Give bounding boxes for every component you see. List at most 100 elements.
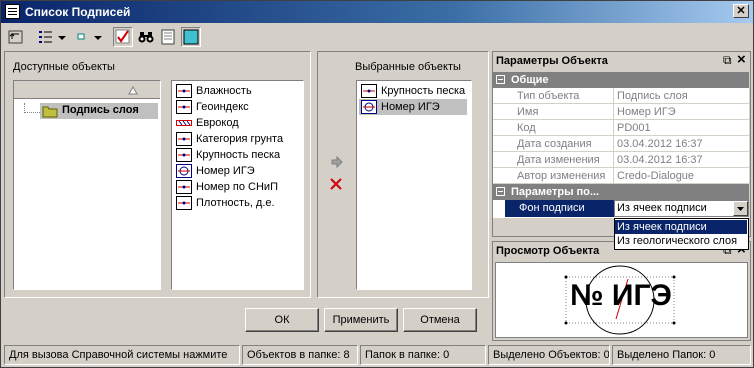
preview-canvas: № ИГЭ (495, 262, 748, 338)
list-item[interactable]: Влажность (174, 83, 299, 99)
list-item[interactable]: Крупность песка (359, 83, 467, 99)
property-name: Дата создания (517, 138, 592, 150)
status-folders-in-folder: Папок в папке: 0 (360, 345, 486, 365)
available-items-list[interactable]: Влажность Геоиндекс Еврокод Категория грунт… (171, 80, 304, 290)
dropdown-list[interactable]: Из ячеек подписи Из геологического слоя (614, 218, 749, 250)
property-value: Номер ИГЭ (617, 106, 676, 118)
folder-tree[interactable]: Подпись слоя (13, 80, 161, 290)
property-value: Подпись слоя (617, 90, 688, 102)
folder-icon (42, 106, 58, 118)
small-icon-toggle[interactable] (73, 28, 91, 46)
property-name: Автор изменения (517, 170, 606, 182)
circle-mark-icon (176, 164, 192, 178)
list-item-label: Номер по СНиП (196, 181, 278, 193)
background-label: Фон подписи (505, 200, 614, 217)
collapse-icon[interactable] (496, 75, 505, 84)
available-objects-heading: Доступные объекты (13, 61, 115, 73)
properties-close-icon[interactable]: × (737, 51, 746, 68)
list-item-label: Крупность песка (196, 149, 281, 161)
properties-title: Параметры Объекта (496, 55, 608, 67)
available-objects-pane: Доступные объекты Подпись слоя Влажность… (4, 51, 311, 298)
line-mark-icon (176, 132, 192, 146)
background-row: Фон подписи Из ячеек подписи (493, 200, 749, 218)
property-row[interactable]: Дата изменения 03.04.2012 16:37 (493, 152, 749, 168)
dropdown-option[interactable]: Из ячеек подписи (615, 220, 747, 234)
line-mark-icon (176, 84, 192, 98)
line-mark-icon (176, 196, 192, 210)
window-title: Список Подписей (25, 5, 131, 19)
list-item[interactable]: Плотность, д.е. (174, 195, 299, 211)
collapse-icon[interactable] (496, 187, 505, 196)
pin-icon[interactable]: ⧉ (723, 53, 732, 68)
level-up-icon[interactable] (7, 28, 25, 46)
list-item-label: Геоиндекс (196, 101, 249, 113)
close-button[interactable]: ✕ (733, 4, 749, 18)
binoculars-icon[interactable] (137, 28, 155, 46)
property-name: Дата изменения (517, 154, 600, 166)
selected-objects-heading: Выбранные объекты (355, 61, 461, 73)
view-list-icon[interactable] (37, 28, 55, 46)
tree-root-item[interactable]: Подпись слоя (40, 103, 158, 119)
app-icon (5, 4, 20, 19)
hatch-icon (176, 116, 192, 130)
status-selected-folders: Выделено Папок: 0 (612, 345, 751, 365)
preview-sample-text: № ИГЭ (570, 279, 672, 312)
circle-mark-icon (361, 100, 377, 114)
list-item-label: Влажность (196, 85, 252, 97)
section-general[interactable]: Общие (493, 72, 749, 88)
property-row[interactable]: Автор изменения Credo-Dialogue (493, 168, 749, 184)
list-item[interactable]: Геоиндекс (174, 99, 299, 115)
list-item-label: Номер ИГЭ (381, 101, 440, 113)
property-row[interactable]: Тип объекта Подпись слоя (493, 88, 749, 104)
status-selected-objects: Выделено Объектов: 0 (488, 345, 610, 365)
property-name: Имя (517, 106, 539, 118)
tree-header[interactable] (14, 81, 160, 99)
property-name: Тип объекта (517, 90, 580, 102)
section-parameters[interactable]: Параметры по... (493, 184, 749, 200)
list-item[interactable]: Еврокод (174, 115, 299, 131)
ok-button[interactable]: ОК (245, 308, 319, 332)
apply-button[interactable]: Применить (324, 308, 398, 332)
general-properties: Тип объекта Подпись слоя Имя Номер ИГЭ Код PD… (493, 88, 749, 184)
dropdown-button[interactable] (733, 201, 748, 216)
window: Список Подписей ✕ Доступные объекты Подп… (0, 0, 754, 368)
view-dropdown-arrow-icon[interactable] (57, 28, 67, 46)
line-mark-icon (176, 148, 192, 162)
list-item[interactable]: Номер по СНиП (174, 179, 299, 195)
frame-icon[interactable] (181, 27, 201, 47)
tree-root-label: Подпись слоя (62, 104, 139, 116)
list-item-label: Категория грунта (196, 133, 284, 145)
property-value: 03.04.2012 16:37 (617, 138, 703, 150)
background-select-value: Из ячеек подписи (617, 202, 707, 214)
list-item[interactable]: Категория грунта (174, 131, 299, 147)
selected-objects-pane: Выбранные объекты Крупность песка Номер И… (317, 51, 489, 298)
property-row[interactable]: Имя Номер ИГЭ (493, 104, 749, 120)
list-item[interactable]: Номер ИГЭ (174, 163, 299, 179)
sort-arrow-icon (128, 85, 138, 95)
background-select[interactable]: Из ячеек подписи (614, 200, 749, 217)
title-bar: Список Подписей ✕ (1, 1, 753, 23)
page-icon[interactable] (159, 28, 177, 46)
property-row[interactable]: Дата создания 03.04.2012 16:37 (493, 136, 749, 152)
line-mark-icon (176, 180, 192, 194)
preview-panel: Просмотр Объекта ⧉ × № ИГЭ (492, 241, 751, 341)
status-help: Для вызова Справочной системы нажмите (4, 345, 240, 365)
list-item-label: Плотность, д.е. (196, 197, 275, 209)
list-item[interactable]: Крупность песка (174, 147, 299, 163)
chevron-down-icon (737, 207, 744, 211)
list-item-label: Еврокод (196, 117, 239, 129)
cancel-button[interactable]: Отмена (403, 308, 477, 332)
property-name: Код (517, 122, 536, 134)
toolbar (5, 26, 215, 48)
status-objects-in-folder: Объектов в папке: 8 (242, 345, 358, 365)
property-value: PD001 (617, 122, 651, 134)
dropdown-option[interactable]: Из геологического слоя (615, 234, 747, 248)
list-item[interactable]: Номер ИГЭ (359, 99, 467, 115)
mode-dropdown-arrow-icon[interactable] (93, 28, 103, 46)
checkmark-icon[interactable] (113, 27, 133, 47)
line-mark-icon (361, 84, 377, 98)
selected-items-list[interactable]: Крупность песка Номер ИГЭ (356, 80, 472, 290)
property-value: 03.04.2012 16:37 (617, 154, 703, 166)
property-value: Credo-Dialogue (617, 170, 695, 182)
property-row[interactable]: Код PD001 (493, 120, 749, 136)
